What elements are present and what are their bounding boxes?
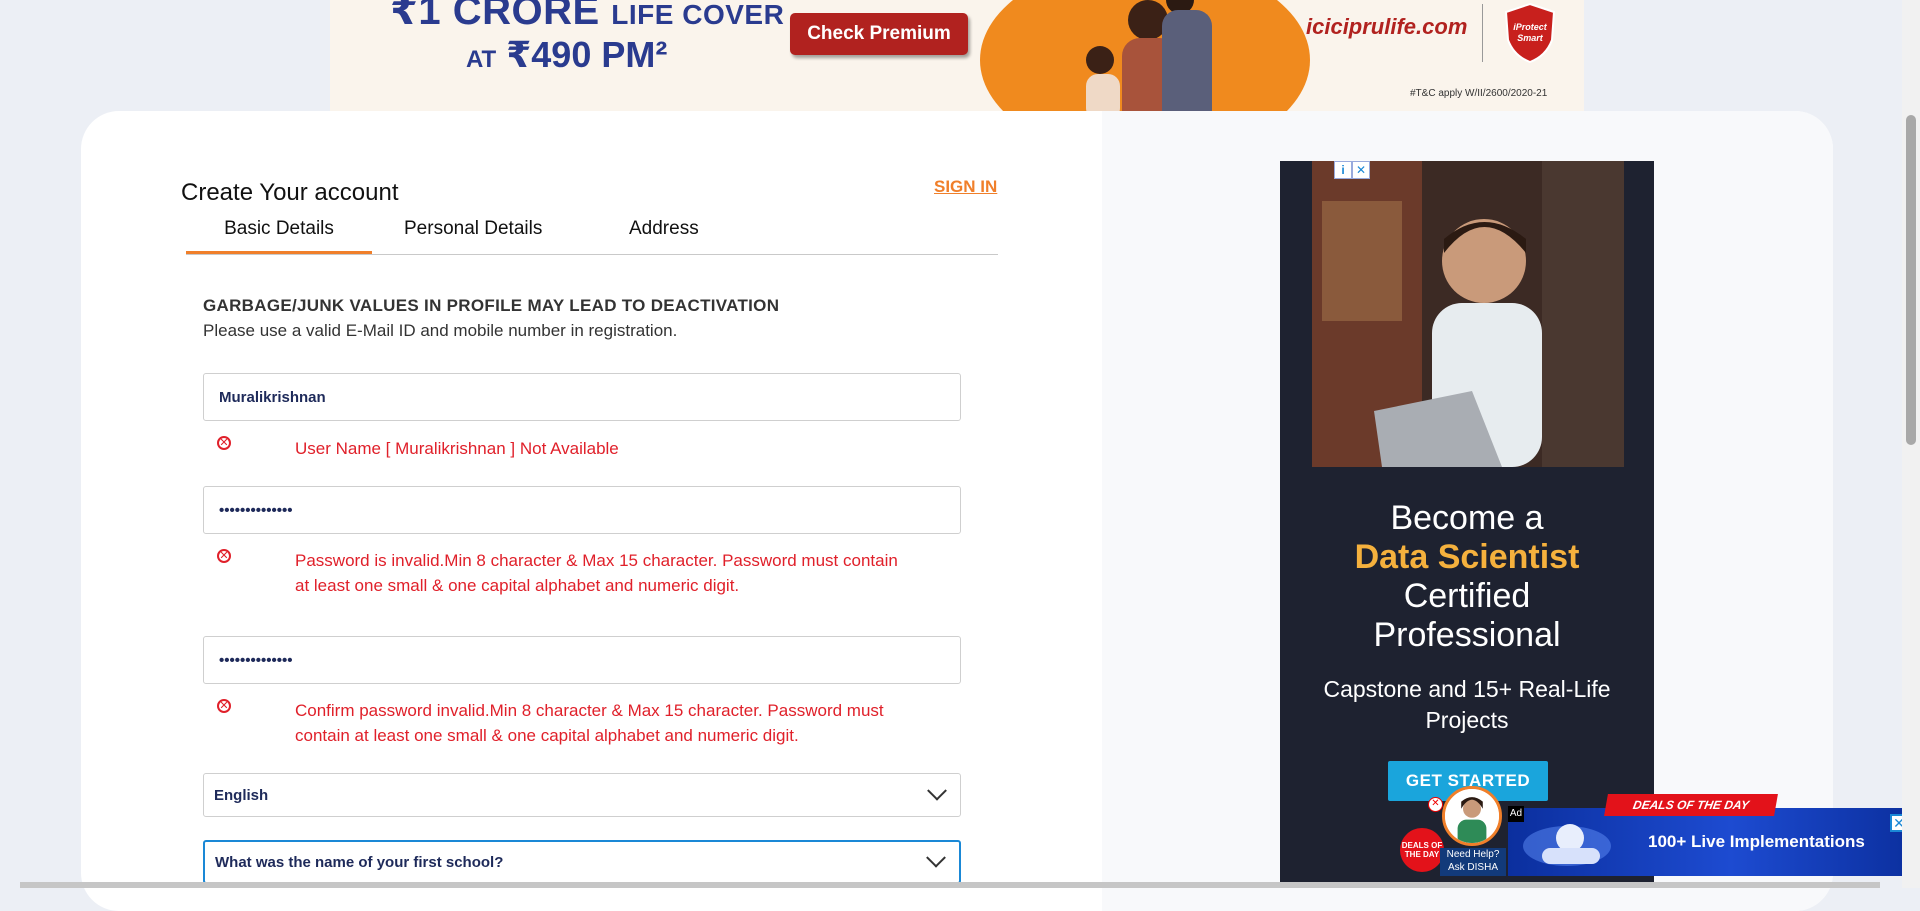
disha-help-label[interactable]: Need Help? Ask DISHA xyxy=(1440,848,1506,876)
error-icon: ✕ xyxy=(217,549,231,563)
implementations-text: 100+ Live Implementations xyxy=(1648,832,1865,851)
banner-fine-print: #T&C apply W/II/2600/2020-21 xyxy=(1410,88,1548,99)
family-photo xyxy=(1086,0,1212,111)
tab-address[interactable]: Address xyxy=(629,202,699,253)
confirm-password-error: Confirm password invalid.Min 8 character… xyxy=(295,701,884,745)
confirm-password-field[interactable] xyxy=(203,636,961,684)
tab-basic-details[interactable]: Basic Details xyxy=(186,202,372,254)
security-question-select[interactable]: What was the name of your first school? xyxy=(203,840,961,884)
horizontal-scrollbar[interactable] xyxy=(20,882,1880,888)
ad-choices[interactable]: i ✕ xyxy=(1334,161,1370,179)
username-field[interactable] xyxy=(203,373,961,421)
password-error: Password is invalid.Min 8 character & Ma… xyxy=(295,551,898,595)
disha-avatar[interactable] xyxy=(1442,786,1502,846)
ad-body: Capstone and 15+ Real-Life Projects xyxy=(1323,676,1611,733)
deals-ribbon: DEALS OF THE DAY xyxy=(1604,794,1778,816)
ad-photo-man-laptop xyxy=(1312,161,1624,467)
ad-headline-1: Become a xyxy=(1390,499,1544,537)
check-premium-button[interactable]: Check Premium xyxy=(790,13,968,55)
error-icon: ✕ xyxy=(217,699,231,713)
chevron-down-icon xyxy=(926,847,946,868)
registration-hint: Please use a valid E-Mail ID and mobile … xyxy=(203,321,678,340)
registration-tabs: Basic Details Personal Details Address xyxy=(186,202,998,255)
banner-headline: ₹1 CRORE LIFE COVER xyxy=(390,0,785,33)
ad-info-icon[interactable]: i xyxy=(1334,161,1352,179)
ad-close-icon[interactable]: ✕ xyxy=(1352,161,1370,179)
deactivation-warning: GARBAGE/JUNK VALUES IN PROFILE MAY LEAD … xyxy=(203,296,780,315)
side-ad-data-scientist[interactable]: Become a Data Scientist Certified Profes… xyxy=(1280,161,1654,888)
banner-site-link[interactable]: iciciprulife.com xyxy=(1306,14,1467,40)
language-select[interactable]: English xyxy=(203,773,961,817)
password-input[interactable] xyxy=(217,500,947,520)
svg-text:iProtect: iProtect xyxy=(1513,22,1548,32)
sign-in-link[interactable]: SIGN IN xyxy=(934,177,997,197)
password-field[interactable] xyxy=(203,486,961,534)
robot-graphic xyxy=(1523,824,1611,866)
svg-text:Smart: Smart xyxy=(1517,33,1544,43)
banner-divider xyxy=(1482,4,1483,62)
disha-help-line-2: Ask DISHA xyxy=(1447,862,1498,873)
language-select-value: English xyxy=(214,786,269,804)
vertical-scrollbar[interactable] xyxy=(1902,0,1920,888)
disha-help-line-1: Need Help? xyxy=(1446,849,1500,860)
deals-of-day-badge[interactable]: DEALS OF THE DAY xyxy=(1400,828,1444,872)
username-error: User Name [ Muralikrishnan ] Not Availab… xyxy=(295,439,619,458)
error-icon: ✕ xyxy=(217,436,231,450)
ad-label: Ad xyxy=(1508,806,1524,822)
banner-price: AT ₹490 PM² xyxy=(466,34,668,75)
tab-personal-details[interactable]: Personal Details xyxy=(404,202,542,253)
confirm-password-input[interactable] xyxy=(217,650,947,670)
top-banner-ad[interactable]: ₹1 CRORE LIFE COVER AT ₹490 PM² Check Pr… xyxy=(330,0,1584,111)
close-icon[interactable]: ✕ xyxy=(1428,797,1443,812)
security-question-value: What was the name of your first school? xyxy=(215,853,504,871)
chevron-down-icon xyxy=(927,780,947,801)
scrollbar-thumb[interactable] xyxy=(1906,115,1916,445)
ad-headline-3: Certified xyxy=(1403,577,1531,615)
ad-headline-2: Data Scientist xyxy=(1354,538,1580,576)
username-input[interactable] xyxy=(217,387,947,407)
iprotect-shield-icon: iProtect Smart xyxy=(1504,2,1556,64)
ad-headline-4: Professional xyxy=(1373,616,1561,654)
